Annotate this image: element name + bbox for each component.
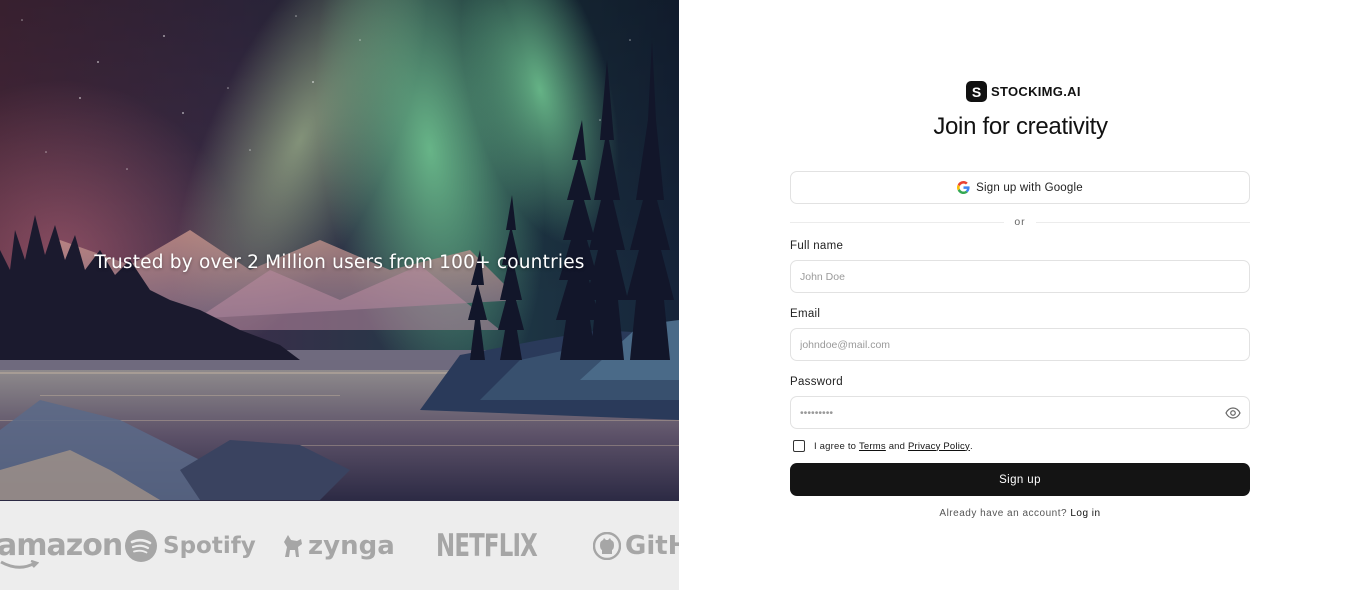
email-input[interactable] [790,328,1250,361]
fullname-label: Full name [790,240,844,252]
agree-suffix-text: . [969,440,973,452]
github-logo-text: GitHu [625,530,679,561]
brand-logo[interactable]: S STOCKIMG.AI [966,81,1081,102]
agree-prefix-text: I agree to [814,440,857,452]
login-prompt-text: Already have an account? [939,508,1068,519]
password-label: Password [790,376,843,388]
email-label: Email [790,308,821,320]
hero-image: Trusted by over 2 Million users from 100… [0,0,679,501]
privacy-policy-link[interactable]: Privacy Policy [908,441,970,452]
divider-text: or [1014,216,1026,228]
google-signup-button[interactable]: Sign up with Google [790,171,1250,204]
login-prompt-row: Already have an account? Log in [790,508,1250,519]
netflix-logo: NETFLIX [436,501,538,590]
hero-tagline: Trusted by over 2 Million users from 100… [94,252,585,273]
password-input[interactable] [790,396,1250,429]
terms-link[interactable]: Terms [859,441,886,452]
divider-line-right [1035,221,1250,223]
signup-panel: S STOCKIMG.AI Join for creativity Sign u… [679,0,1357,590]
spotify-icon [125,529,157,562]
or-divider: or [790,212,1250,232]
zynga-logo-text: zynga [308,530,395,561]
github-icon [593,531,621,560]
netflix-logo-text: NETFLIX [436,527,538,564]
google-signup-label: Sign up with Google [976,181,1083,194]
zynga-logo: zynga [281,501,395,590]
github-logo: GitHu [593,501,679,590]
terms-agreement-row: I agree to Terms and Privacy Policy. [790,440,1250,452]
page-title: Join for creativity [933,113,1108,140]
login-link[interactable]: Log in [1070,508,1100,519]
signup-form: Sign up with Google or Full name Email P… [790,171,1250,519]
signup-submit-button[interactable]: Sign up [790,463,1250,496]
brand-name: STOCKIMG.AI [991,84,1081,99]
fullname-input[interactable] [790,260,1250,293]
brand-mark-icon: S [966,81,987,102]
divider-line-left [790,221,1005,223]
hero-panel: Trusted by over 2 Million users from 100… [0,0,679,590]
amazon-logo: amazon [0,501,123,590]
spotify-logo-text: Spotify [163,532,256,559]
show-password-eye-icon[interactable] [1225,405,1241,421]
agree-and-text: and [888,440,906,452]
spotify-logo: Spotify [125,501,256,590]
zynga-dog-icon [284,534,302,557]
amazon-logo-text: amazon [0,528,123,563]
aurora-landscape-illustration [0,0,679,501]
amazon-smile-icon [0,560,39,569]
terms-checkbox[interactable] [793,440,805,452]
partner-logos-strip: amazon Spotify zynga NETFLIX GitH [0,501,679,590]
password-field-wrapper [790,396,1250,429]
google-icon [957,181,970,194]
